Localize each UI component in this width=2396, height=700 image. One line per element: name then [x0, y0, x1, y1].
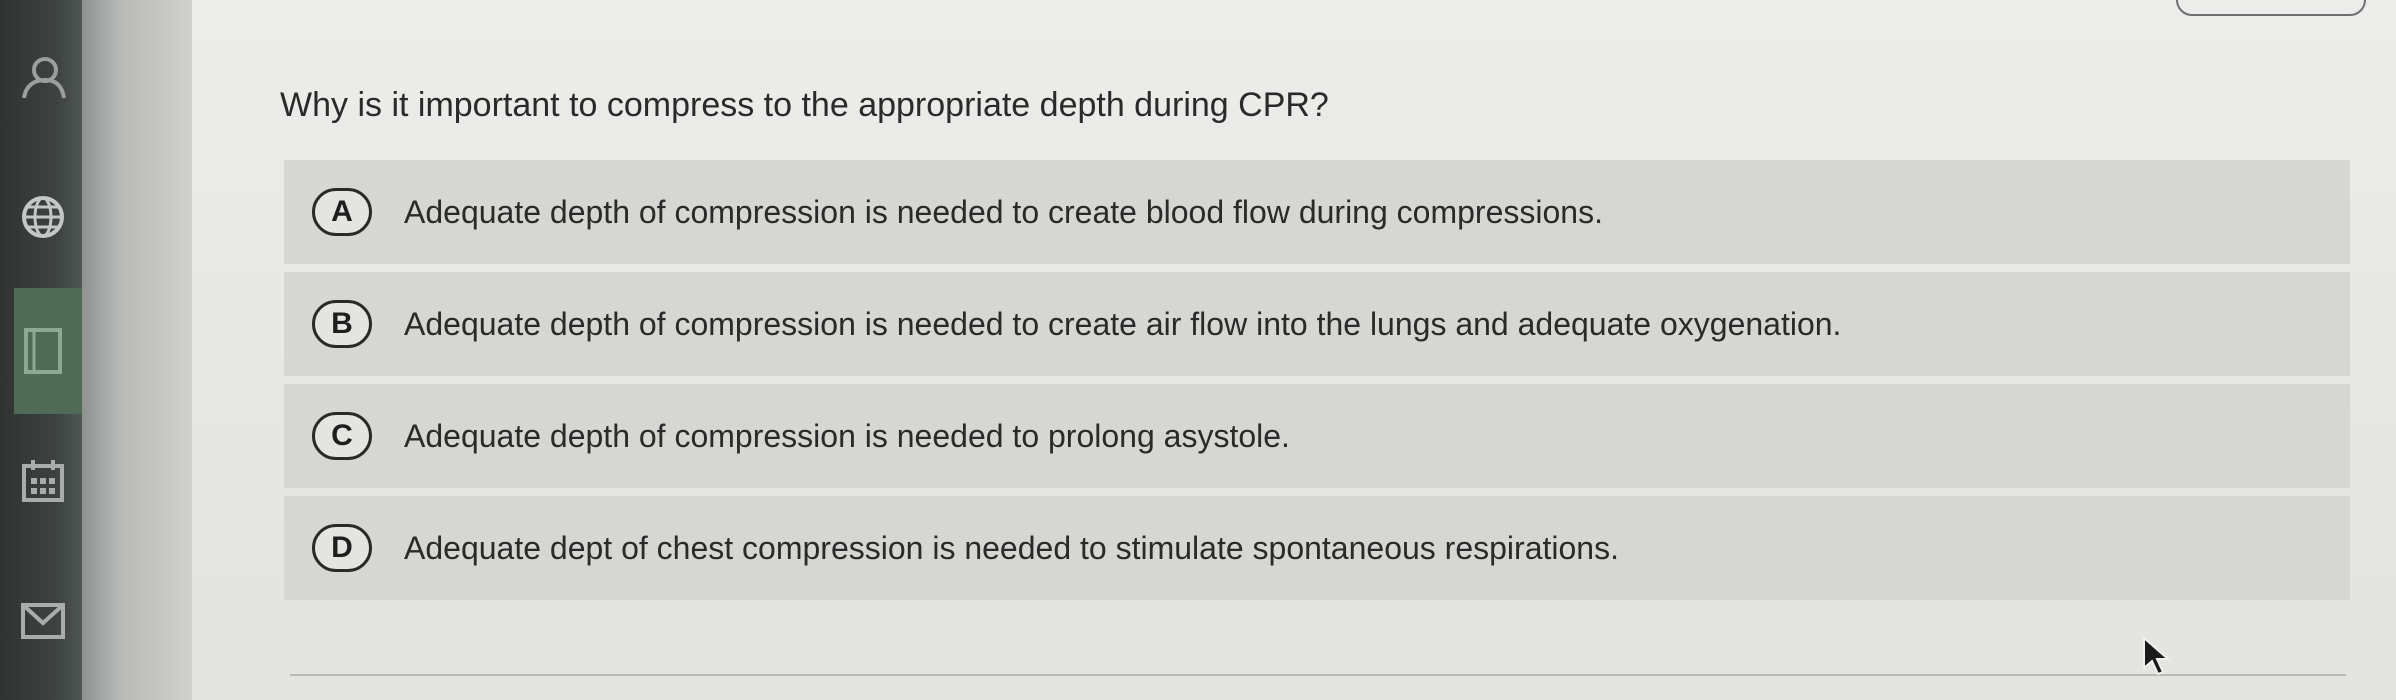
- globe-icon[interactable]: [18, 192, 68, 242]
- option-d[interactable]: D Adequate dept of chest compression is …: [284, 496, 2350, 600]
- option-a[interactable]: A Adequate depth of compression is neede…: [284, 160, 2350, 264]
- divider: [290, 674, 2346, 676]
- sidebar: [0, 0, 82, 700]
- option-c[interactable]: C Adequate depth of compression is neede…: [284, 384, 2350, 488]
- option-text: Adequate depth of compression is needed …: [404, 193, 1603, 230]
- question-text: Why is it important to compress to the a…: [280, 86, 1329, 124]
- book-icon[interactable]: [18, 326, 68, 376]
- option-letter-badge: C: [312, 412, 372, 460]
- screen-bezel: [82, 0, 192, 700]
- option-text: Adequate depth of compression is needed …: [404, 305, 1842, 342]
- top-right-button[interactable]: [2176, 0, 2366, 16]
- option-b[interactable]: B Adequate depth of compression is neede…: [284, 272, 2350, 376]
- mail-icon[interactable]: [18, 596, 68, 646]
- option-letter-badge: B: [312, 300, 372, 348]
- answer-options: A Adequate depth of compression is neede…: [284, 160, 2350, 608]
- option-letter-badge: A: [312, 188, 372, 236]
- user-icon[interactable]: [18, 52, 68, 102]
- option-text: Adequate dept of chest compression is ne…: [404, 529, 1619, 566]
- calendar-icon[interactable]: [18, 456, 68, 506]
- mouse-pointer-icon: [2140, 635, 2174, 676]
- option-letter-badge: D: [312, 524, 372, 572]
- option-text: Adequate depth of compression is needed …: [404, 417, 1290, 454]
